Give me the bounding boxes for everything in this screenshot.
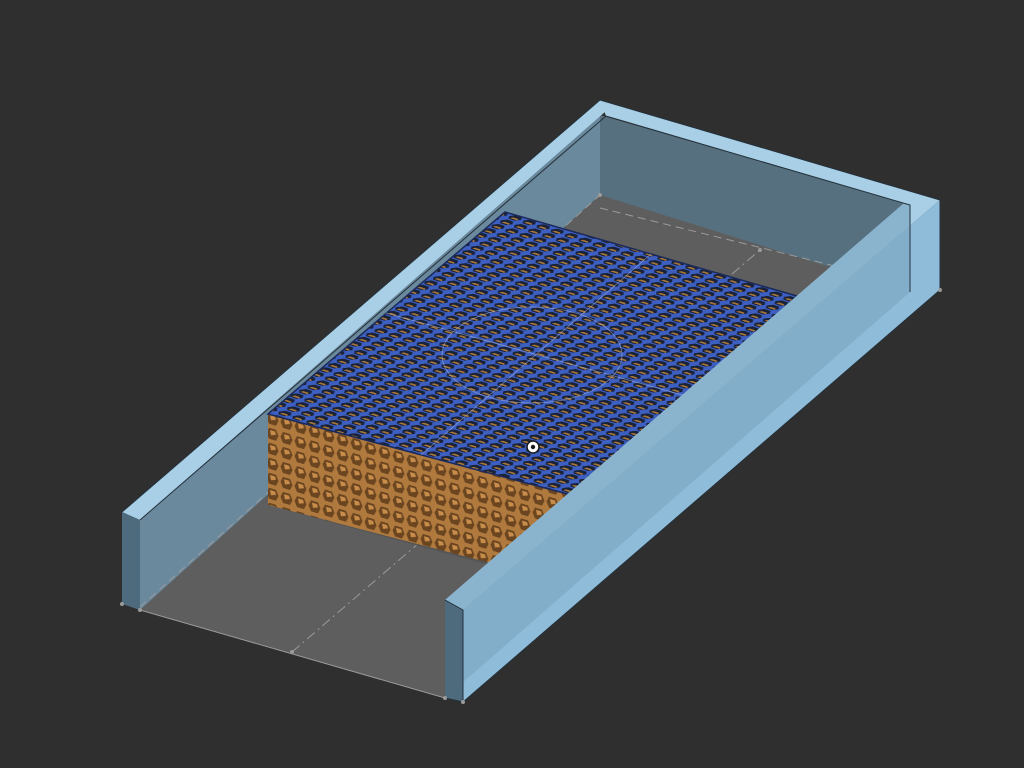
vertex-point	[461, 700, 465, 704]
vertex-point	[443, 696, 447, 700]
vertex-point	[138, 608, 142, 612]
vertex-point	[598, 193, 602, 197]
origin-marker-icon[interactable]	[526, 440, 540, 454]
tray-left-wall-end[interactable]	[122, 512, 140, 610]
model-canvas[interactable]	[0, 0, 1024, 768]
vertex-point	[290, 650, 294, 654]
vertex-point	[758, 248, 762, 252]
tray-right-wall-end[interactable]	[445, 600, 463, 702]
vertex-point	[120, 602, 124, 606]
vertex-point	[938, 288, 942, 292]
cad-viewport[interactable]	[0, 0, 1024, 768]
